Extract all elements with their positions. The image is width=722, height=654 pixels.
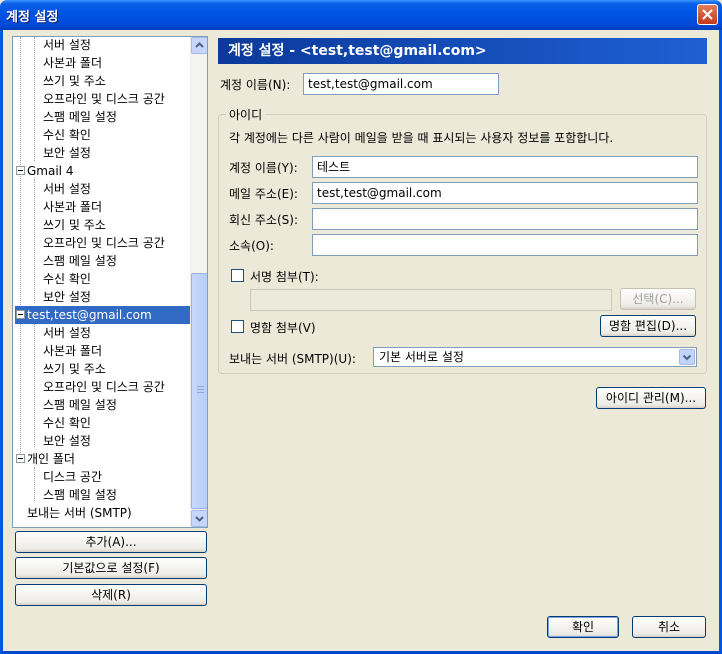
organization-label: 소속(O): — [229, 239, 274, 253]
account-name-label: 계정 이름(N): — [220, 78, 291, 92]
set-default-button[interactable]: 기본값으로 설정(F) — [15, 557, 207, 579]
tree-local-folders[interactable]: 개인 폴더 — [27, 450, 75, 468]
tree-account-gmail4[interactable]: Gmail 4 — [27, 162, 73, 180]
vcard-label: 명함 첨부(V) — [250, 321, 316, 335]
tree-item[interactable]: 쓰기 및 주소 — [43, 216, 106, 234]
collapse-icon[interactable] — [16, 310, 25, 319]
your-name-field[interactable]: 테스트 — [312, 156, 698, 178]
tree-item[interactable]: 오프라인 및 디스크 공간 — [43, 378, 165, 396]
ok-button[interactable]: 확인 — [547, 616, 619, 638]
edit-card-button[interactable]: 명함 편집(D)... — [600, 315, 696, 337]
identity-group-title: 아이디 — [226, 106, 266, 123]
identity-description: 각 계정에는 다른 사람이 메일을 받을 때 표시되는 사용자 정보를 포함합니… — [229, 131, 614, 145]
email-label: 메일 주소(E): — [229, 187, 298, 201]
reply-to-field[interactable] — [312, 208, 698, 230]
reply-to-label: 회신 주소(S): — [229, 213, 298, 227]
tree-item[interactable]: 서버 설정 — [43, 324, 91, 342]
page-title: 계정 설정 - <test,test@gmail.com> — [218, 38, 707, 64]
window-title: 계정 설정 — [6, 10, 59, 25]
choose-signature-button[interactable]: 선택(C)... — [620, 288, 696, 310]
scroll-up-button[interactable] — [191, 37, 207, 54]
signature-label: 서명 첨부(T): — [250, 270, 319, 284]
tree-item[interactable]: 스팸 메일 설정 — [43, 486, 117, 504]
account-tree[interactable]: 서버 설정 사본과 폴더 쓰기 및 주소 오프라인 및 디스크 공간 스팸 메일… — [12, 36, 208, 528]
tree-scrollbar[interactable] — [190, 37, 207, 527]
cancel-button[interactable]: 취소 — [632, 616, 706, 638]
chevron-down-icon — [195, 516, 204, 522]
title-bar: 계정 설정 — [0, 0, 722, 30]
tree-smtp[interactable]: 보내는 서버 (SMTP) — [27, 504, 132, 522]
tree-item[interactable]: 디스크 공간 — [43, 468, 102, 486]
smtp-select-value: 기본 서버로 설정 — [379, 350, 464, 364]
tree-item[interactable]: 보안 설정 — [43, 288, 91, 306]
tree-item[interactable]: 보안 설정 — [43, 144, 91, 162]
email-field[interactable]: test,test@gmail.com — [312, 182, 698, 204]
tree-item[interactable]: 쓰기 및 주소 — [43, 360, 106, 378]
tree-item[interactable]: 사본과 폴더 — [43, 342, 102, 360]
tree-item[interactable]: 서버 설정 — [43, 180, 91, 198]
collapse-icon[interactable] — [16, 454, 25, 463]
scroll-thumb[interactable] — [191, 273, 207, 509]
vcard-checkbox[interactable] — [231, 320, 244, 333]
tree-item[interactable]: 오프라인 및 디스크 공간 — [43, 234, 165, 252]
tree-item[interactable]: 사본과 폴더 — [43, 54, 102, 72]
delete-account-button[interactable]: 삭제(R) — [15, 584, 207, 606]
close-icon — [702, 9, 713, 20]
smtp-select[interactable]: 기본 서버로 설정 — [373, 347, 697, 367]
tree-item[interactable]: 오프라인 및 디스크 공간 — [43, 90, 165, 108]
manage-identities-button[interactable]: 아이디 관리(M)... — [596, 387, 706, 409]
tree-item[interactable]: 수신 확인 — [43, 126, 91, 144]
collapse-icon[interactable] — [16, 166, 25, 175]
organization-field[interactable] — [312, 234, 698, 256]
signature-checkbox[interactable] — [231, 269, 244, 282]
tree-item[interactable]: 사본과 폴더 — [43, 198, 102, 216]
account-name-field[interactable]: test,test@gmail.com — [303, 73, 499, 95]
dropdown-button[interactable] — [679, 349, 695, 365]
tree-account-selected[interactable]: test,test@gmail.com — [15, 306, 191, 324]
tree-account-label: test,test@gmail.com — [27, 308, 152, 322]
chevron-up-icon — [195, 42, 204, 48]
tree-item[interactable]: 수신 확인 — [43, 414, 91, 432]
tree-item[interactable]: 스팸 메일 설정 — [43, 108, 117, 126]
tree-item[interactable]: 스팸 메일 설정 — [43, 396, 117, 414]
smtp-label: 보내는 서버 (SMTP)(U): — [229, 352, 356, 366]
scroll-down-button[interactable] — [191, 510, 207, 527]
tree-item[interactable]: 스팸 메일 설정 — [43, 252, 117, 270]
tree-item[interactable]: 보안 설정 — [43, 432, 91, 450]
signature-path-field[interactable] — [250, 289, 612, 311]
tree-item[interactable]: 수신 확인 — [43, 270, 91, 288]
tree-item[interactable]: 서버 설정 — [43, 37, 91, 54]
add-account-button[interactable]: 추가(A)... — [15, 531, 207, 553]
tree-item[interactable]: 쓰기 및 주소 — [43, 72, 106, 90]
chevron-down-icon — [682, 354, 692, 361]
your-name-label: 계정 이름(Y): — [229, 161, 298, 175]
close-button[interactable] — [697, 4, 718, 25]
